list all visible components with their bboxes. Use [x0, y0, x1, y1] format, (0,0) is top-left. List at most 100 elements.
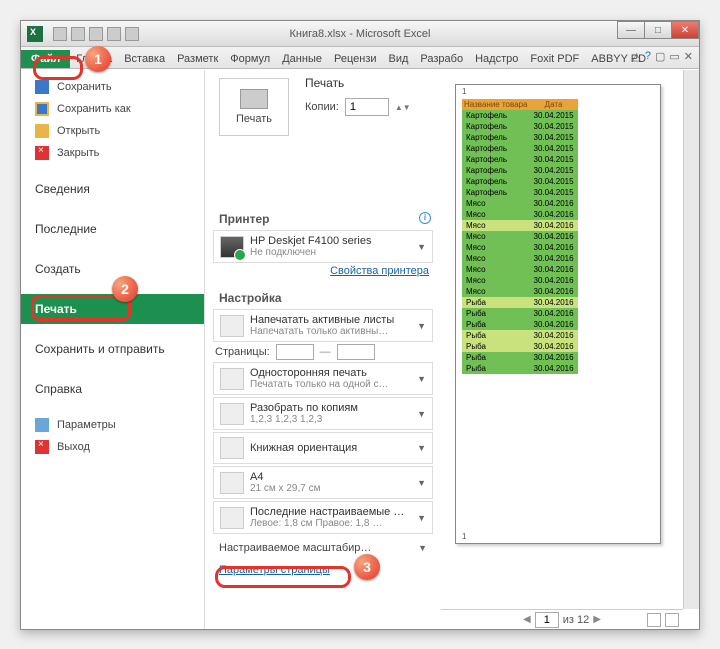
table-row: Рыба30.04.2016: [462, 352, 578, 363]
printer-properties-link[interactable]: Свойства принтера: [205, 265, 429, 277]
table-row: Рыба30.04.2016: [462, 308, 578, 319]
close-doc-icon: [35, 146, 49, 160]
ribbon-tabs: Файл Главна Вставка Разметк Формул Данны…: [21, 47, 699, 69]
chevron-down-icon[interactable]: ▼: [417, 478, 426, 488]
printer-selector[interactable]: HP Deskjet F4100 series Не подключен ▼: [213, 230, 433, 263]
nav-send[interactable]: Сохранить и отправить: [21, 334, 204, 364]
nav-open[interactable]: Открыть: [21, 120, 204, 142]
table-row: Мясо30.04.2016: [462, 275, 578, 286]
pager-of-label: из 12: [563, 614, 589, 626]
backstage: Сохранить Сохранить как Открыть Закрыть …: [21, 70, 699, 629]
table-row: Мясо30.04.2016: [462, 242, 578, 253]
nav-saveas-label: Сохранить как: [57, 103, 131, 115]
maximize-button[interactable]: □: [644, 21, 672, 39]
pages-from-input[interactable]: [276, 344, 314, 360]
pager-next-button[interactable]: ▶: [593, 614, 601, 625]
nav-options[interactable]: Параметры: [21, 414, 204, 436]
tab-layout[interactable]: Разметк: [171, 50, 224, 68]
tab-file[interactable]: Файл: [21, 50, 70, 68]
minimize-button[interactable]: —: [617, 21, 645, 39]
tab-review[interactable]: Рецензи: [328, 50, 383, 68]
pages-row: Страницы: —: [215, 344, 431, 360]
close-window-button[interactable]: ✕: [671, 21, 699, 39]
tab-addins[interactable]: Надстро: [469, 50, 524, 68]
page-num-bottom: 1: [462, 532, 466, 541]
table-row: Картофель30.04.2015: [462, 154, 578, 165]
nav-saveas[interactable]: Сохранить как: [21, 98, 204, 120]
chevron-down-icon[interactable]: ▼: [417, 242, 426, 252]
app-window: Книга8.xlsx - Microsoft Excel — □ ✕ Файл…: [20, 20, 700, 630]
setting-scaling[interactable]: Настраиваемое масштабир… ▼: [213, 538, 433, 558]
docclose-icon[interactable]: ✕: [684, 50, 693, 63]
onesided-icon: [220, 368, 244, 390]
qat-more-icon[interactable]: [125, 27, 139, 41]
printer-status: Не подключен: [250, 247, 411, 258]
setting-margins[interactable]: Последние настраиваемые …Левое: 1,8 см П…: [213, 501, 433, 534]
ribbon-min-icon[interactable]: △: [632, 50, 640, 63]
pages-to-input[interactable]: [337, 344, 375, 360]
tab-formulas[interactable]: Формул: [224, 50, 276, 68]
setting-orientation[interactable]: Книжная ориентация ▼: [213, 432, 433, 464]
qat-print-icon[interactable]: [107, 27, 121, 41]
table-row: Мясо30.04.2016: [462, 264, 578, 275]
docrestore-icon[interactable]: ▭: [669, 50, 679, 63]
options-icon: [35, 418, 49, 432]
table-row: Мясо30.04.2016: [462, 198, 578, 209]
nav-exit[interactable]: Выход: [21, 436, 204, 458]
spinner-icon[interactable]: ▲▼: [395, 103, 411, 112]
print-button[interactable]: Печать: [219, 78, 289, 136]
pager-prev-button[interactable]: ◀: [523, 614, 531, 625]
nav-help[interactable]: Справка: [21, 374, 204, 404]
setting-collate[interactable]: Разобрать по копиям1,2,3 1,2,3 1,2,3 ▼: [213, 397, 433, 430]
docmin-icon[interactable]: ▢: [655, 50, 665, 63]
table-row: Рыба30.04.2016: [462, 330, 578, 341]
qat-save-icon[interactable]: [53, 27, 67, 41]
printer-big-icon: [240, 89, 268, 109]
pager-current-input[interactable]: [535, 612, 559, 628]
chevron-down-icon[interactable]: ▼: [417, 409, 426, 419]
saveas-icon: [35, 102, 49, 116]
preview-scrollbar[interactable]: [683, 70, 699, 609]
nav-new[interactable]: Создать: [21, 254, 204, 284]
help-icon[interactable]: ?: [645, 50, 651, 63]
info-icon[interactable]: i: [419, 212, 431, 224]
setting-what-to-print[interactable]: Напечатать активные листыНапечатать толь…: [213, 309, 433, 342]
paper-icon: [220, 472, 244, 494]
table-row: Картофель30.04.2015: [462, 176, 578, 187]
chevron-down-icon[interactable]: ▼: [417, 374, 426, 384]
nav-info[interactable]: Сведения: [21, 174, 204, 204]
excel-icon: [27, 26, 43, 42]
nav-save[interactable]: Сохранить: [21, 76, 204, 98]
setting-paper[interactable]: A421 см x 29,7 см ▼: [213, 466, 433, 499]
table-row: Мясо30.04.2016: [462, 286, 578, 297]
sheets-icon: [220, 315, 244, 337]
chevron-down-icon[interactable]: ▼: [417, 321, 426, 331]
nav-recent[interactable]: Последние: [21, 214, 204, 244]
quick-access-toolbar[interactable]: [53, 27, 139, 41]
chevron-down-icon[interactable]: ▼: [418, 543, 427, 553]
chevron-down-icon[interactable]: ▼: [417, 513, 426, 523]
qat-redo-icon[interactable]: [89, 27, 103, 41]
table-row: Картофель30.04.2015: [462, 132, 578, 143]
print-panel: Печать Печать Копии: ▲▼ Принтер i HP Des…: [205, 70, 441, 629]
tab-home[interactable]: Главна: [70, 50, 118, 68]
zoom-page-icon[interactable]: [665, 613, 679, 627]
chevron-down-icon[interactable]: ▼: [417, 443, 426, 453]
nav-close[interactable]: Закрыть: [21, 142, 204, 164]
tab-view[interactable]: Вид: [383, 50, 415, 68]
table-row: Рыба30.04.2016: [462, 319, 578, 330]
copies-row: Копии: ▲▼: [305, 98, 411, 116]
pages-dash: —: [320, 346, 331, 358]
margins-icon: [220, 507, 244, 529]
setting-duplex[interactable]: Односторонняя печатьПечатать только на о…: [213, 362, 433, 395]
tab-data[interactable]: Данные: [276, 50, 328, 68]
settings-section: Настройка: [219, 291, 441, 305]
page-setup-link[interactable]: Параметры страницы: [219, 564, 441, 576]
qat-undo-icon[interactable]: [71, 27, 85, 41]
tab-developer[interactable]: Разрабо: [414, 50, 469, 68]
copies-input[interactable]: [345, 98, 389, 116]
zoom-margins-icon[interactable]: [647, 613, 661, 627]
nav-print[interactable]: Печать: [21, 294, 204, 324]
tab-foxit[interactable]: Foxit PDF: [524, 50, 585, 68]
tab-insert[interactable]: Вставка: [118, 50, 171, 68]
